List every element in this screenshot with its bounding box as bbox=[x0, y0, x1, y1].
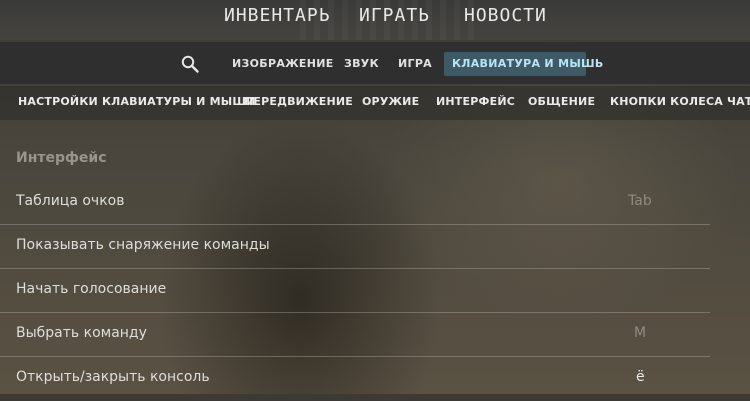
category-communication[interactable]: ОБЩЕНИЕ bbox=[528, 95, 595, 108]
binding-row-scoreboard[interactable]: Таблица очков Tab bbox=[0, 181, 710, 225]
binding-key[interactable]: Tab bbox=[628, 193, 652, 209]
top-tab-news[interactable]: НОВОСТИ bbox=[464, 5, 547, 26]
binding-key[interactable]: M bbox=[634, 325, 646, 341]
category-chat-wheel-keys[interactable]: КНОПКИ КОЛЕСА ЧАТА bbox=[610, 95, 750, 108]
binding-key[interactable]: ё bbox=[636, 369, 645, 385]
top-tab-inventory[interactable]: ИНВЕНТАРЬ bbox=[224, 5, 331, 26]
binding-label: Показывать снаряжение команды bbox=[16, 237, 270, 253]
binding-row-call-vote[interactable]: Начать голосование bbox=[0, 269, 710, 313]
section-title: Интерфейс bbox=[16, 150, 107, 166]
binding-label: Начать голосование bbox=[16, 281, 167, 297]
category-weapons[interactable]: ОРУЖИЕ bbox=[362, 95, 419, 108]
tab-audio[interactable]: ЗВУК bbox=[336, 52, 387, 76]
top-tab-play[interactable]: ИГРАТЬ bbox=[359, 5, 430, 26]
category-interface[interactable]: ИНТЕРФЕЙС bbox=[436, 95, 515, 108]
binding-row-toggle-console[interactable]: Открыть/закрыть консоль ё bbox=[0, 357, 710, 401]
tab-video[interactable]: ИЗОБРАЖЕНИЕ bbox=[224, 52, 342, 76]
search-icon[interactable] bbox=[181, 55, 199, 73]
binding-label: Открыть/закрыть консоль bbox=[16, 369, 210, 385]
binding-row-select-team[interactable]: Выбрать команду M bbox=[0, 313, 710, 357]
category-movement[interactable]: ПЕРЕДВИЖЕНИЕ bbox=[244, 95, 353, 108]
tab-game[interactable]: ИГРА bbox=[390, 52, 440, 76]
binding-row-show-team-equipment[interactable]: Показывать снаряжение команды bbox=[0, 225, 710, 269]
binding-label: Таблица очков bbox=[16, 193, 125, 209]
category-keyboard-mouse-settings[interactable]: НАСТРОЙКИ КЛАВИАТУРЫ И МЫШИ bbox=[18, 95, 256, 108]
binding-label: Выбрать команду bbox=[16, 325, 147, 341]
tab-keyboard-mouse[interactable]: КЛАВИАТУРА И МЫШЬ bbox=[444, 52, 603, 76]
